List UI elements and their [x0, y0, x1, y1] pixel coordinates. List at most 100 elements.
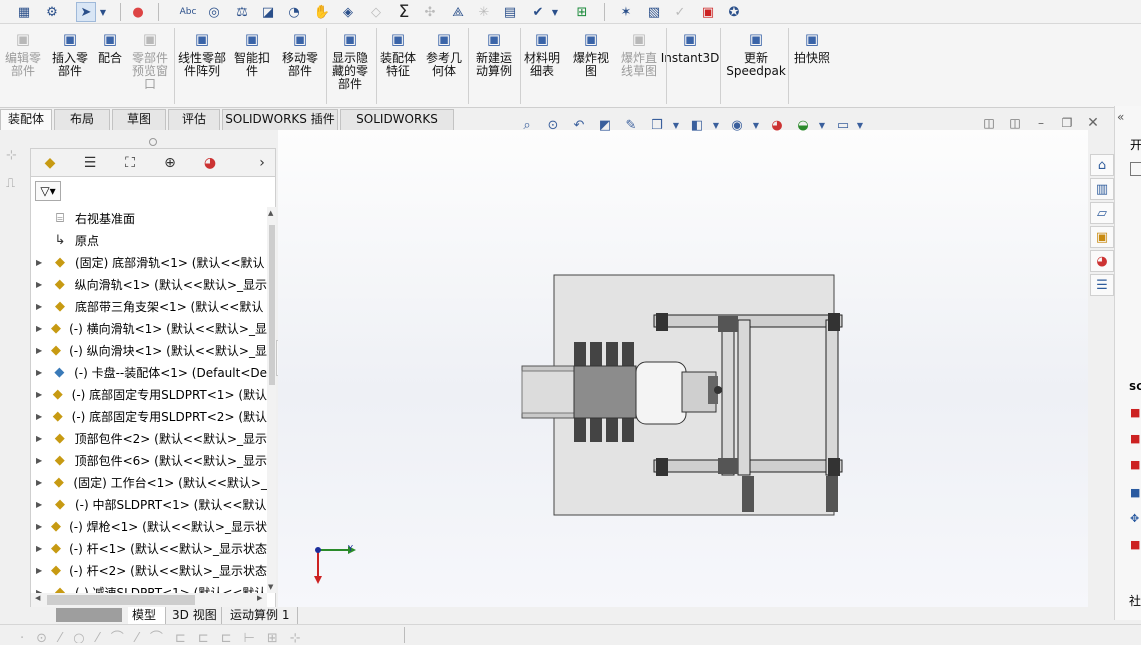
ribbon-button-9[interactable]: ▣ 参考几 何体 — [424, 28, 464, 106]
ribbon-button-12[interactable]: ▣ 爆炸视 图 — [568, 28, 614, 106]
chevron-down-icon[interactable]: ▼ — [751, 115, 761, 135]
expand-arrow-icon[interactable]: ▶ — [36, 456, 46, 465]
collapse-pane-icon[interactable]: « — [1117, 110, 1139, 126]
thickness-icon[interactable]: ▧ — [644, 2, 664, 22]
tree-item[interactable]: ▶ ◆ (-) 纵向滑块<1> (默认<<默认>_显 — [31, 339, 267, 361]
chevron-down-icon[interactable]: ▼ — [98, 2, 108, 22]
scroll-up-icon[interactable]: ▲ — [268, 209, 273, 217]
spelling-icon[interactable]: Abc — [178, 2, 198, 22]
tab-5[interactable]: SOLIDWORKS MBD — [340, 109, 454, 145]
design-library-icon[interactable]: ▥ — [1090, 178, 1114, 200]
tree-item[interactable]: ▶ ◆ (-) 底部固定专用SLDPRT<2> (默认 — [31, 405, 267, 427]
expand-arrow-icon[interactable]: ▶ — [36, 434, 46, 443]
ribbon-button-11[interactable]: ▣ 材料明 细表 — [520, 28, 564, 106]
chevron-right-icon[interactable]: › — [255, 153, 269, 173]
close-icon[interactable]: ✕ — [1086, 116, 1100, 130]
previous-view-icon[interactable]: ↶ — [569, 115, 589, 135]
tab-3[interactable]: 评估 — [168, 109, 220, 130]
expand-arrow-icon[interactable]: ▶ — [36, 390, 45, 399]
mass-properties-icon[interactable]: ⚖ — [232, 2, 252, 22]
scroll-down-icon[interactable]: ▼ — [268, 583, 273, 591]
restore-icon[interactable]: ❐ — [1060, 116, 1074, 130]
tree-hscrollbar[interactable]: ◀ ▶ — [31, 593, 267, 607]
scroll-left-icon[interactable]: ◀ — [35, 594, 40, 602]
hscroll-thumb[interactable] — [47, 595, 195, 605]
view-settings-icon[interactable]: ▭ — [833, 115, 853, 135]
tree-item[interactable]: ▶ ◆ (-) 卡盘--装配体<1> (Default<De — [31, 361, 267, 383]
expand-arrow-icon[interactable]: ▶ — [36, 258, 46, 267]
tree-item[interactable]: ▶ ◆ 纵向滑轨<1> (默认<<默认>_显示 — [31, 273, 267, 295]
symmetry-icon[interactable]: ✳ — [474, 2, 494, 22]
graphics-area[interactable]: Y — [278, 130, 1088, 608]
tree-item[interactable]: ▶ ◆ (-) 杆<2> (默认<<默认>_显示状态 — [31, 559, 267, 581]
chevron-down-icon[interactable]: ▼ — [817, 115, 827, 135]
performance-icon[interactable]: ◔ — [284, 2, 304, 22]
tree-item[interactable]: ▶ ◆ (固定) 底部滑轨<1> (默认<<默认 — [31, 251, 267, 273]
ribbon-button-3[interactable]: ▣ 零部件 预览窗 口 — [130, 28, 170, 106]
panel-grip-icon[interactable] — [149, 138, 157, 146]
tile-right-icon[interactable]: ◫ — [1008, 116, 1022, 130]
ribbon-button-0[interactable]: ▣ 编辑零 部件 — [4, 28, 42, 106]
expand-arrow-icon[interactable]: ▶ — [36, 412, 45, 421]
file-explorer-icon[interactable]: ▱ — [1090, 202, 1114, 224]
ribbon-button-13[interactable]: ▣ 爆炸直 线草图 — [616, 28, 662, 106]
display-manager-icon[interactable]: ◕ — [197, 153, 223, 173]
addin-icon[interactable]: ▣ — [698, 2, 718, 22]
red-icon-4[interactable]: ■ — [1130, 538, 1140, 551]
dynamic-annotation-icon[interactable]: ✎ — [621, 115, 641, 135]
minimize-icon[interactable]: – — [1034, 116, 1048, 130]
tab-2[interactable]: 草图 — [112, 109, 166, 130]
spreadsheet-icon[interactable]: ⊞ — [572, 2, 592, 22]
tree-item[interactable]: ▶ ◆ 顶部包件<6> (默认<<默认>_显示 — [31, 449, 267, 471]
dimxpert-icon[interactable]: ⊕ — [157, 153, 183, 173]
expand-arrow-icon[interactable]: ▶ — [36, 324, 44, 333]
document-icon[interactable]: ▤ — [500, 2, 520, 22]
tree-item[interactable]: ▶ ◆ (固定) 工作台<1> (默认<<默认>_ — [31, 471, 267, 493]
ribbon-button-16[interactable]: ▣ 拍快照 — [790, 28, 834, 106]
tab-scroll-arrows[interactable] — [56, 608, 122, 622]
red-icon-1[interactable]: ■ — [1130, 406, 1140, 419]
tree-item[interactable]: ↳ 原点 — [31, 229, 267, 251]
bottom-tab-1[interactable]: 3D 视图 — [168, 607, 222, 624]
expand-arrow-icon[interactable]: ▶ — [36, 302, 46, 311]
hole-align-icon[interactable]: ✣ — [420, 2, 440, 22]
chevron-down-icon[interactable]: ▼ — [671, 115, 681, 135]
tree-item[interactable]: ▶ ◆ (-) 焊枪<1> (默认<<默认>_显示状 — [31, 515, 267, 537]
compare-icon[interactable]: ⟁ — [448, 2, 468, 22]
tree-item[interactable]: ▶ ◆ (-) 减速SLDPRT<1> (默认<<默认 — [31, 581, 267, 594]
ribbon-button-14[interactable]: ▣ Instant3D — [661, 28, 720, 106]
red-icon-2[interactable]: ■ — [1130, 432, 1140, 445]
display-style-icon[interactable]: ◧ — [687, 115, 707, 135]
feature-tree-icon[interactable]: ◆ — [37, 153, 63, 173]
network-icon[interactable]: ✥ — [1130, 512, 1139, 525]
bottom-tab-0[interactable]: 模型 — [128, 607, 166, 624]
pane-checkbox[interactable] — [1130, 162, 1141, 176]
expand-arrow-icon[interactable]: ▶ — [36, 544, 44, 553]
help-icon[interactable]: ✪ — [724, 2, 744, 22]
appearances-icon[interactable]: ◕ — [1090, 250, 1114, 272]
bottom-tab-2[interactable]: 运动算例 1 — [226, 607, 298, 624]
tree-item[interactable]: ▶ ◆ (-) 横向滑轨<1> (默认<<默认>_显 — [31, 317, 267, 339]
expand-arrow-icon[interactable]: ▶ — [36, 280, 46, 289]
tab-4[interactable]: SOLIDWORKS 插件 — [222, 109, 338, 130]
verify-icon[interactable]: ✓ — [670, 2, 690, 22]
chevron-down-icon[interactable]: ▼ — [550, 2, 560, 22]
sketch-icon[interactable]: ⊹ — [6, 148, 24, 164]
interference-icon[interactable]: ✋ — [312, 2, 332, 22]
scene-icon[interactable]: ◒ — [793, 115, 813, 135]
sum-icon[interactable]: Σ — [394, 2, 414, 22]
view-palette-icon[interactable]: ▣ — [1090, 226, 1114, 248]
ribbon-button-5[interactable]: ▣ 智能扣 件 — [232, 28, 272, 106]
tab-0[interactable]: 装配体 — [0, 109, 52, 130]
ribbon-button-15[interactable]: ▣ 更新 Speedpak — [726, 28, 786, 106]
zoom-area-icon[interactable]: ⊙ — [543, 115, 563, 135]
red-icon-3[interactable]: ■ — [1130, 458, 1140, 471]
expand-arrow-icon[interactable]: ▶ — [36, 368, 46, 377]
chevron-down-icon[interactable]: ▼ — [855, 115, 865, 135]
expand-arrow-icon[interactable]: ▶ — [36, 522, 44, 531]
tree-item[interactable]: ▶ ◆ (-) 杆<1> (默认<<默认>_显示状态 — [31, 537, 267, 559]
ribbon-button-4[interactable]: ▣ 线性零部 件阵列 — [176, 28, 228, 106]
ribbon-button-6[interactable]: ▣ 移动零 部件 — [278, 28, 322, 106]
filter-icon[interactable]: ▽▾ — [35, 181, 61, 201]
property-manager-icon[interactable]: ☰ — [77, 153, 103, 173]
